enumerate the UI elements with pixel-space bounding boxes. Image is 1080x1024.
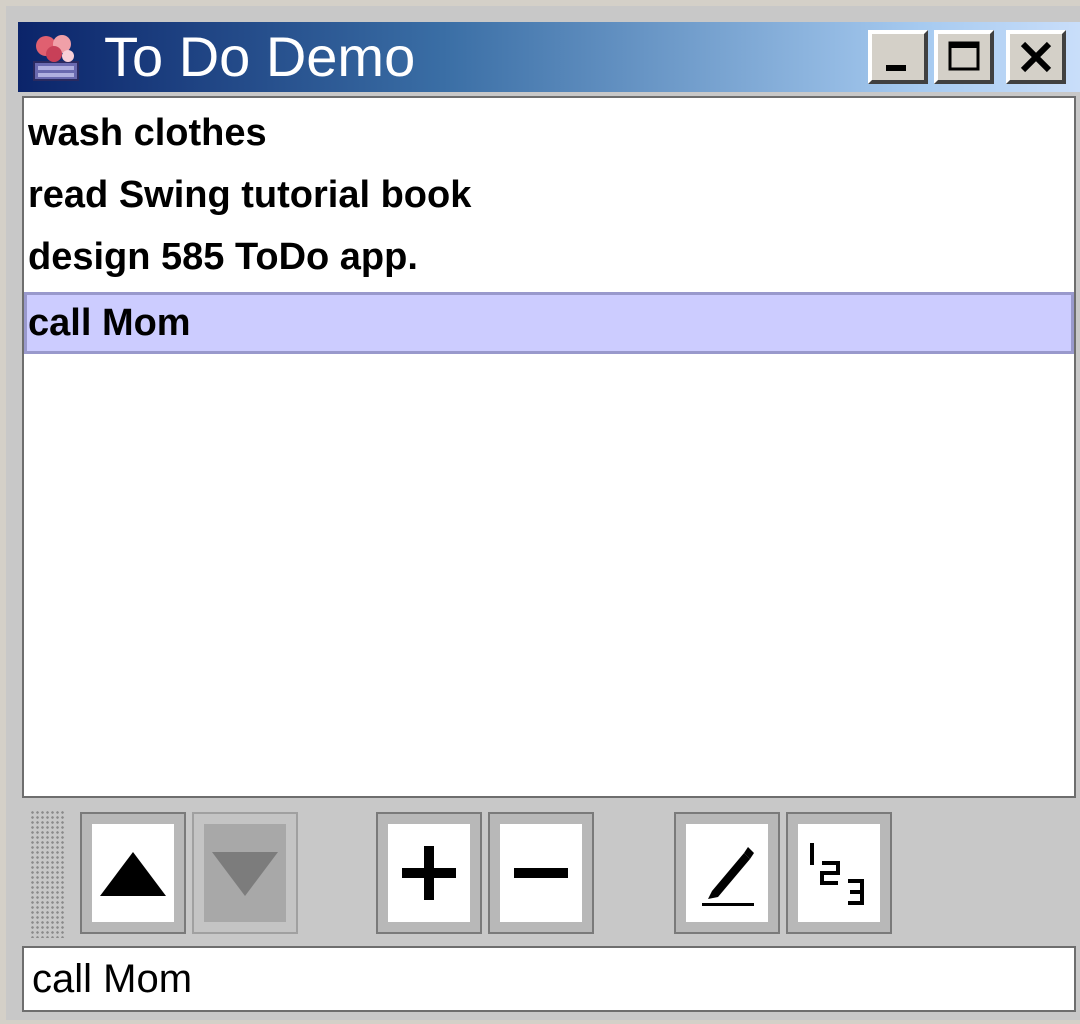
title-bar[interactable]: To Do Demo (18, 22, 1080, 92)
maximize-icon (948, 41, 980, 71)
move-down-button[interactable] (192, 812, 298, 934)
plus-icon (402, 846, 456, 900)
toolbar-grip[interactable] (30, 810, 64, 938)
list-item[interactable]: design 585 ToDo app. (24, 226, 1074, 288)
window-title: To Do Demo (104, 25, 416, 88)
list-item[interactable]: wash clothes (24, 102, 1074, 164)
toolbar (22, 800, 1080, 940)
minimize-button[interactable] (868, 30, 928, 84)
remove-button[interactable] (488, 812, 594, 934)
list-item[interactable]: read Swing tutorial book (24, 164, 1074, 226)
add-button[interactable] (376, 812, 482, 934)
minimize-icon (886, 65, 906, 71)
close-button[interactable] (1006, 30, 1066, 84)
arrow-down-icon (212, 852, 278, 896)
move-up-button[interactable] (80, 812, 186, 934)
close-icon (1020, 41, 1052, 73)
minus-icon (514, 868, 568, 878)
maximize-button[interactable] (934, 30, 994, 84)
app-icon (33, 35, 79, 81)
todo-input-field[interactable]: call Mom (22, 946, 1076, 1012)
pencil-icon (702, 847, 754, 906)
list-item-selected[interactable]: call Mom (24, 292, 1074, 354)
numbering-icon (810, 843, 864, 905)
number-button[interactable] (786, 812, 892, 934)
edit-button[interactable] (674, 812, 780, 934)
arrow-up-icon (100, 852, 166, 896)
todo-list[interactable]: wash clothes read Swing tutorial book de… (22, 96, 1076, 798)
